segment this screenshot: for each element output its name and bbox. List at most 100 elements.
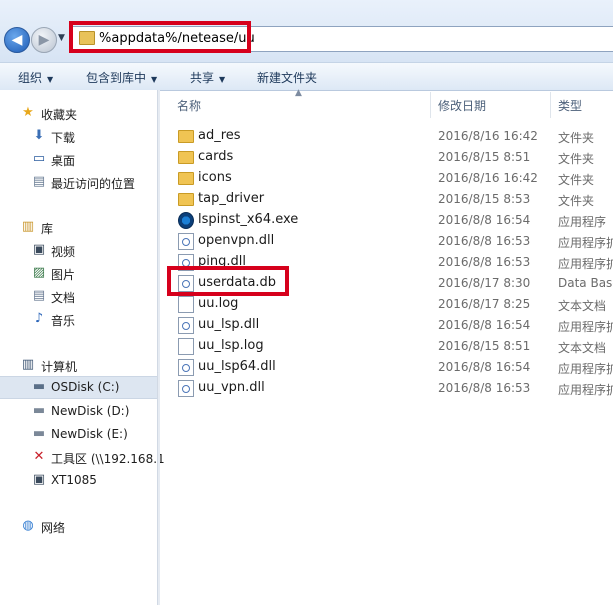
file-row[interactable]: openvpn.dll 2016/8/8 16:53 应用程序扩	[160, 230, 613, 251]
file-name: icons	[198, 170, 232, 185]
address-bar-region: ◀ ▶ ▼ %appdata%/netease/uu	[0, 0, 613, 62]
file-row[interactable]: icons 2016/8/16 16:42 文件夹	[160, 167, 613, 188]
computer-icon: ▥	[21, 357, 35, 372]
nav-music[interactable]: ♪ 音乐	[0, 309, 157, 329]
file-modified-date: 2016/8/8 16:53	[438, 381, 531, 395]
file-row[interactable]: tap_driver 2016/8/15 8:53 文件夹	[160, 188, 613, 209]
file-list: ▲ 名称 修改日期 类型 ad_res 2016/8/16 16:42 文件夹 car…	[160, 88, 613, 605]
file-modified-date: 2016/8/8 16:53	[438, 234, 531, 248]
nav-network-drive-label: 工具区 (\\192.168.1	[51, 452, 165, 466]
column-divider[interactable]	[430, 92, 431, 118]
nav-drive-e[interactable]: ▬ NewDisk (E:)	[0, 424, 157, 444]
navigation-pane: ★ 收藏夹 ⬇ 下载 ▭ 桌面 ▤ 最近访问的位置 ▥ 库 ▣ 视频 ▨ 图片 …	[0, 90, 165, 605]
recent-places-icon: ▤	[32, 174, 46, 189]
file-modified-date: 2016/8/15 8:51	[438, 150, 531, 164]
file-name: ad_res	[198, 128, 241, 143]
document-icon	[178, 338, 194, 355]
drive-icon: ▬	[32, 403, 46, 418]
document-icon	[178, 296, 194, 313]
nav-favorites-label: 收藏夹	[41, 108, 78, 122]
nav-documents[interactable]: ▤ 文档	[0, 286, 157, 306]
nav-network[interactable]: ◍ 网络	[0, 516, 157, 536]
nav-libraries[interactable]: ▥ 库	[0, 217, 157, 237]
file-type: 文本文档	[558, 299, 607, 313]
file-row[interactable]: uu.log 2016/8/17 8:25 文本文档	[160, 293, 613, 314]
forward-button[interactable]: ▶	[31, 27, 57, 53]
nav-drive-d[interactable]: ▬ NewDisk (D:)	[0, 401, 157, 421]
file-modified-date: 2016/8/8 16:54	[438, 213, 531, 227]
dll-icon	[178, 380, 194, 397]
nav-device-label: XT1085	[51, 473, 97, 487]
address-annotation-box	[69, 21, 251, 53]
organize-button[interactable]: 组织 ▼	[18, 69, 53, 86]
column-date[interactable]: 修改日期	[438, 97, 486, 114]
file-row[interactable]: uu_lsp.log 2016/8/15 8:51 文本文档	[160, 335, 613, 356]
file-type: 应用程序	[558, 215, 607, 229]
file-type: 应用程序扩	[558, 236, 613, 250]
desktop-icon: ▭	[32, 151, 46, 166]
column-divider[interactable]	[550, 92, 551, 118]
downloads-icon: ⬇	[33, 128, 45, 143]
video-icon: ▣	[32, 242, 46, 257]
file-type: 应用程序扩	[558, 257, 613, 271]
file-annotation-box	[167, 266, 289, 296]
file-modified-date: 2016/8/8 16:54	[438, 318, 531, 332]
nav-drive-c-label: OSDisk (C:)	[51, 380, 120, 394]
file-name: uu_vpn.dll	[198, 380, 265, 395]
file-row[interactable]: lspinst_x64.exe 2016/8/8 16:54 应用程序	[160, 209, 613, 230]
folder-icon	[178, 151, 194, 164]
sort-ascending-icon: ▲	[295, 88, 302, 98]
nav-downloads-label: 下载	[51, 131, 76, 145]
nav-drive-e-label: NewDisk (E:)	[51, 427, 128, 441]
nav-desktop[interactable]: ▭ 桌面	[0, 149, 157, 169]
include-in-library-label: 包含到库中	[86, 71, 147, 85]
file-name: uu.log	[198, 296, 239, 311]
column-name[interactable]: 名称	[177, 97, 201, 114]
documents-icon: ▤	[32, 288, 46, 303]
pictures-icon: ▨	[32, 265, 46, 280]
nav-favorites[interactable]: ★ 收藏夹	[0, 103, 157, 123]
file-type: 应用程序扩	[558, 383, 613, 397]
include-in-library-button[interactable]: 包含到库中 ▼	[86, 69, 157, 86]
nav-desktop-label: 桌面	[51, 154, 76, 168]
os-drive-icon: ▬	[32, 379, 46, 394]
nav-drive-c[interactable]: ▬ OSDisk (C:)	[0, 376, 157, 399]
file-modified-date: 2016/8/15 8:51	[438, 339, 531, 353]
nav-libraries-label: 库	[41, 222, 54, 236]
file-modified-date: 2016/8/8 16:53	[438, 255, 531, 269]
nav-videos[interactable]: ▣ 视频	[0, 240, 157, 260]
file-row[interactable]: uu_lsp.dll 2016/8/8 16:54 应用程序扩	[160, 314, 613, 335]
back-button[interactable]: ◀	[4, 27, 30, 53]
nav-network-drive[interactable]: ✕ 工具区 (\\192.168.1	[0, 447, 165, 467]
file-type: 应用程序扩	[558, 362, 613, 376]
file-row[interactable]: ad_res 2016/8/16 16:42 文件夹	[160, 125, 613, 146]
file-row[interactable]: cards 2016/8/15 8:51 文件夹	[160, 146, 613, 167]
file-modified-date: 2016/8/16 16:42	[438, 129, 538, 143]
nav-downloads[interactable]: ⬇ 下载	[0, 126, 157, 146]
chevron-down-icon: ▼	[151, 75, 158, 84]
network-icon: ◍	[22, 518, 34, 533]
share-button[interactable]: 共享 ▼	[190, 69, 225, 86]
folder-icon	[178, 193, 194, 206]
nav-device-xt1085[interactable]: ▣ XT1085	[0, 470, 157, 490]
file-modified-date: 2016/8/17 8:25	[438, 297, 531, 311]
column-type[interactable]: 类型	[558, 97, 582, 114]
file-modified-date: 2016/8/8 16:54	[438, 360, 531, 374]
file-row[interactable]: uu_vpn.dll 2016/8/8 16:53 应用程序扩	[160, 377, 613, 398]
dll-icon	[178, 317, 194, 334]
file-type: 应用程序扩	[558, 320, 613, 334]
nav-recent[interactable]: ▤ 最近访问的位置	[0, 172, 157, 192]
new-folder-label: 新建文件夹	[257, 71, 318, 85]
file-row[interactable]: uu_lsp64.dll 2016/8/8 16:54 应用程序扩	[160, 356, 613, 377]
file-modified-date: 2016/8/15 8:53	[438, 192, 531, 206]
file-name: cards	[198, 149, 234, 164]
new-folder-button[interactable]: 新建文件夹	[257, 69, 317, 86]
nav-pictures[interactable]: ▨ 图片	[0, 263, 157, 283]
chevron-down-icon: ▼	[47, 75, 54, 84]
nav-computer[interactable]: ▥ 计算机	[0, 355, 157, 375]
recent-pages-dropdown-icon[interactable]: ▼	[58, 33, 65, 43]
file-type: 文件夹	[558, 152, 595, 166]
nav-videos-label: 视频	[51, 245, 76, 259]
file-type: 文件夹	[558, 131, 595, 145]
dll-icon	[178, 233, 194, 250]
